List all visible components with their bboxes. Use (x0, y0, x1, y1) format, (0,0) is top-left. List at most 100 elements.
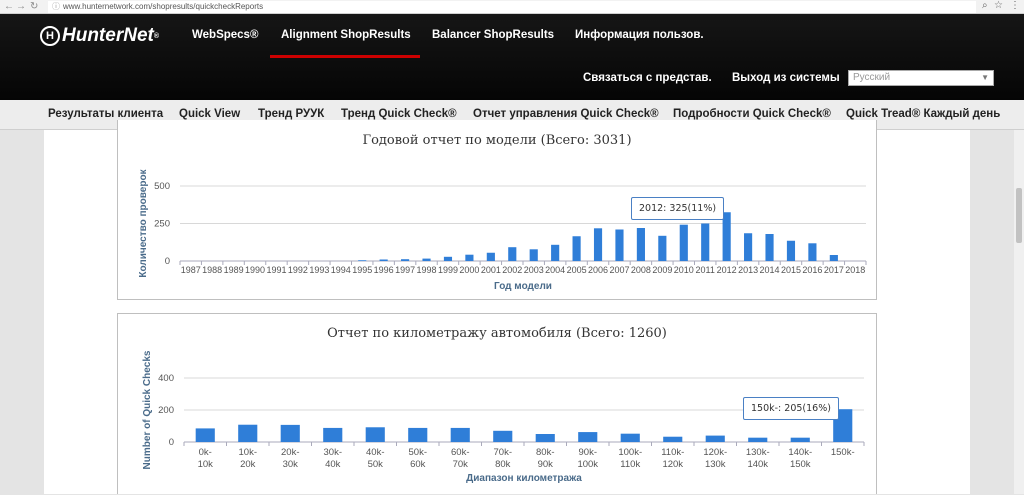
nav-webspecs[interactable]: WebSpecs® (192, 29, 258, 41)
x-tick-label: 2014 (760, 265, 780, 275)
bar (358, 260, 367, 261)
x-axis-title: Год модели (494, 281, 552, 292)
bar (658, 235, 667, 261)
x-tick-label: 90k (538, 459, 554, 470)
x-tick-label: 2010 (674, 265, 694, 275)
bar (486, 252, 495, 261)
menu-icon[interactable]: ⋮ (1010, 0, 1020, 11)
tab-quick-tread-daily[interactable]: Quick Tread® Каждый день (846, 108, 1000, 120)
x-tick-label: 1989 (224, 265, 244, 275)
x-tick-label: 140k (747, 459, 768, 470)
hunternet-logo[interactable]: H HunterNet ® (40, 24, 159, 48)
tab-ruuk-trend[interactable]: Тренд РУУК (258, 108, 324, 120)
logo-icon: H (40, 26, 60, 46)
x-tick-label: 2008 (631, 265, 651, 275)
bar (508, 247, 517, 261)
x-tick-label: 10k (198, 459, 214, 470)
x-tick-label: 2013 (738, 265, 758, 275)
bar (636, 228, 645, 261)
bar (422, 258, 431, 261)
tab-quick-view[interactable]: Quick View (179, 108, 240, 120)
bar (829, 255, 838, 261)
x-tick-label: 40k (325, 459, 341, 470)
bar (408, 427, 428, 442)
y-axis-title: Number of Quick Checks (142, 350, 153, 469)
bookmark-star-icon[interactable]: ☆ (994, 0, 1003, 11)
bar (748, 437, 768, 442)
tab-quick-check-management[interactable]: Отчет управления Quick Check® (473, 108, 659, 120)
bar (765, 234, 774, 261)
bar (323, 427, 343, 442)
tab-quick-check-trend[interactable]: Тренд Quick Check® (341, 108, 457, 120)
x-tick-label: 2011 (696, 265, 715, 275)
x-tick-label: 30k (283, 459, 299, 470)
bar (401, 259, 410, 261)
bar (450, 427, 470, 442)
x-tick-label: 60k (410, 459, 426, 470)
tab-quick-check-details[interactable]: Подробности Quick Check® (673, 108, 831, 120)
x-tick-label: 50k (368, 459, 384, 470)
x-tick-label: 70k (453, 459, 469, 470)
x-tick-label: 100k (577, 459, 598, 470)
bar (379, 259, 388, 261)
x-tick-label: 1991 (266, 265, 286, 275)
bar (790, 437, 810, 442)
x-tick-label: 110k- (661, 447, 684, 458)
nav-user-info[interactable]: Информация пользов. (575, 29, 704, 41)
x-tick-label: 2003 (524, 265, 544, 275)
x-tick-label: 1994 (331, 265, 351, 275)
page-scrollbar[interactable] (1014, 130, 1024, 494)
x-tick-label: 1990 (245, 265, 265, 275)
bar (593, 228, 603, 261)
x-tick-label: 20k- (281, 447, 299, 458)
zoom-icon[interactable]: ⌕ (982, 0, 988, 11)
back-icon[interactable]: ← (4, 1, 14, 12)
contact-link[interactable]: Связаться с представ. (583, 72, 712, 84)
bar (465, 254, 474, 261)
mileage-chart-panel: Отчет по километражу автомобиля (Всего: … (117, 313, 877, 494)
y-tick-label: 500 (154, 181, 170, 192)
x-tick-label: 120k- (703, 447, 727, 458)
x-tick-label: 1988 (202, 265, 222, 275)
bar (705, 435, 725, 442)
x-tick-label: 0k- (199, 447, 212, 458)
x-tick-label: 60k- (451, 447, 469, 458)
x-tick-label: 40k- (366, 447, 384, 458)
logout-link[interactable]: Выход из системы (732, 72, 840, 84)
bar (529, 249, 538, 261)
bar (280, 424, 300, 442)
y-axis-title: Количество проверок (138, 168, 149, 277)
reload-icon[interactable]: ↻ (30, 1, 38, 12)
bar (663, 436, 683, 442)
scrollbar-thumb[interactable] (1016, 188, 1022, 243)
x-tick-label: 1995 (352, 265, 372, 275)
nav-balancer-shopresults[interactable]: Balancer ShopResults (432, 29, 554, 41)
x-tick-label: 2002 (502, 265, 522, 275)
bar (195, 428, 215, 442)
language-select[interactable]: Русский ▼ (848, 70, 994, 86)
address-bar[interactable]: ⓘ www.hunternetwork.com/shopresults/quick… (48, 1, 976, 13)
bar (572, 236, 581, 261)
x-tick-label: 80k (495, 459, 511, 470)
model-year-chart: 02505001987 1988 1989 1990 1991 1992 1993 1994 1… (138, 168, 867, 292)
bar (744, 233, 753, 261)
bar (535, 434, 555, 442)
bar (578, 432, 598, 442)
x-tick-label: 2012 (717, 265, 737, 275)
bar (365, 427, 385, 442)
forward-icon[interactable]: → (16, 1, 26, 12)
x-tick-label: 130k (705, 459, 726, 470)
bar (238, 424, 258, 442)
x-tick-label: 10k- (239, 447, 257, 458)
x-tick-label: 150k- (831, 447, 855, 458)
x-tick-label: 2006 (588, 265, 608, 275)
tab-customer-results[interactable]: Результаты клиента (48, 108, 163, 120)
x-tick-label: 2007 (609, 265, 629, 275)
x-tick-label: 2004 (545, 265, 565, 275)
y-tick-label: 0 (169, 437, 174, 448)
x-tick-label: 130k- (746, 447, 770, 458)
chart-tooltip: 150k-: 205(16%) (743, 397, 839, 420)
bar (493, 430, 513, 442)
x-tick-label: 150k (790, 459, 811, 470)
nav-alignment-shopresults[interactable]: Alignment ShopResults (281, 29, 411, 41)
